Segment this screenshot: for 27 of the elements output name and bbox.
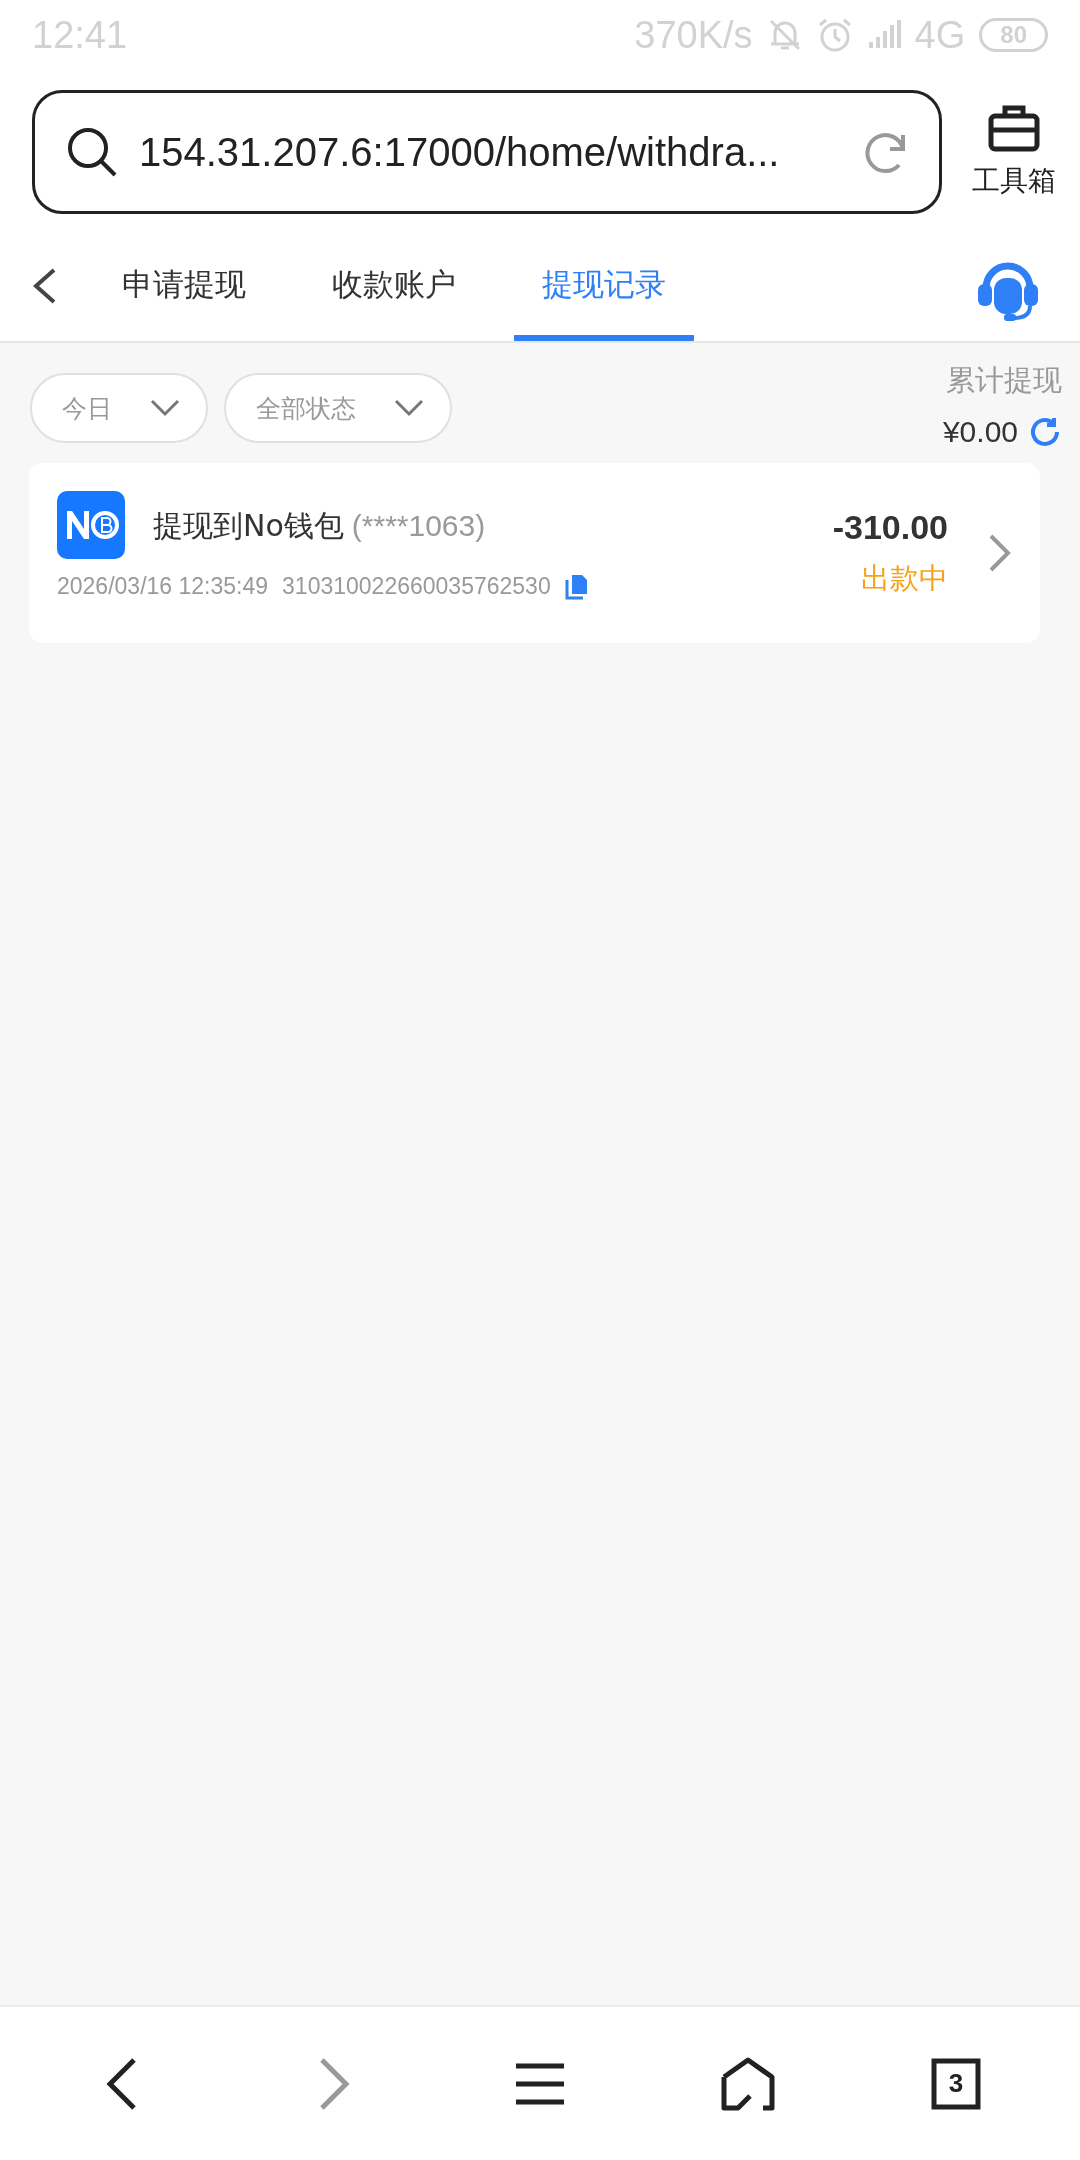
chevron-right-icon [988, 533, 1012, 573]
menu-icon [516, 2061, 564, 2106]
alarm-icon [816, 17, 853, 53]
tab[interactable]: 提现记录 [514, 228, 694, 341]
order-number: 310310022660035762530 [282, 573, 551, 600]
copy-icon[interactable] [564, 573, 589, 600]
account-number: (****1063) [351, 509, 486, 543]
total-amount: ¥0.00 [942, 415, 1018, 449]
total-label: 累计提现 [946, 362, 1062, 399]
home-icon [721, 2056, 775, 2111]
address-field[interactable]: 154.31.207.6:17000/home/withdra... [32, 90, 942, 214]
refresh-icon[interactable] [1028, 415, 1062, 449]
record-status: 出款中 [861, 559, 948, 597]
record-amount: -310.00 [832, 507, 948, 547]
square-icon [931, 2057, 981, 2110]
record-time: 2026/03/16 12:35:49 [57, 573, 269, 600]
tab[interactable]: 收款账户 [304, 228, 484, 341]
chevron-down-icon [394, 399, 424, 417]
search-icon [65, 125, 119, 179]
record-title: 提现到No钱包 [153, 507, 344, 545]
withdrawal-record-card[interactable]: 提现到No钱包 (****1063) 2026/03/16 12:35:49 310310022660035762530 -310.00 出款中 [29, 463, 1040, 643]
wallet-logo-icon [57, 491, 125, 559]
toolbox-button[interactable]: 工具箱 [972, 104, 1056, 200]
tab[interactable]: 申请提现 [94, 228, 274, 341]
chevron-down-icon [150, 399, 180, 417]
tabs-button[interactable]: 3 [911, 2038, 1001, 2129]
toolbox-icon [988, 104, 1040, 152]
